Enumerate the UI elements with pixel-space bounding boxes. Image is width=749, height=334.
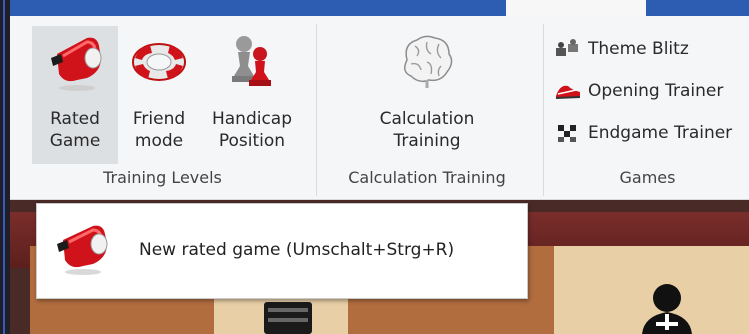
rated-game-dropdown: New rated game (Umschalt+Strg+R): [36, 203, 528, 299]
running-shoe-icon: [554, 80, 582, 102]
new-rated-game-menu-item[interactable]: New rated game (Umschalt+Strg+R): [47, 216, 517, 284]
whistle-icon: [47, 32, 103, 98]
calculation-training-label-line1: Calculation: [379, 109, 475, 129]
window-left-border: [0, 0, 10, 334]
friend-mode-button[interactable]: Friend mode: [124, 26, 194, 164]
theme-blitz-icon: [554, 38, 582, 60]
whistle-icon: [53, 220, 109, 280]
handicap-position-label-line2: Position: [218, 131, 286, 151]
rated-game-label-line1: Rated: [50, 109, 100, 129]
handicap-position-button[interactable]: Handicap Position: [200, 26, 304, 164]
ribbon: Rated Game Friend mode Handicap Position…: [10, 16, 749, 200]
group-separator: [543, 24, 544, 196]
calculation-training-button[interactable]: Calculation Training: [348, 26, 506, 164]
handicap-position-label-line1: Handicap: [211, 109, 293, 129]
new-rated-game-label: New rated game (Umschalt+Strg+R): [139, 240, 455, 260]
group-label-calculation-training: Calculation Training: [348, 168, 506, 187]
endgame-trainer-button[interactable]: Endgame Trainer: [554, 120, 732, 146]
theme-blitz-label: Theme Blitz: [588, 39, 689, 59]
endgame-icon: [554, 122, 582, 144]
group-separator: [316, 24, 317, 196]
rated-game-button[interactable]: Rated Game: [32, 26, 118, 164]
lifebuoy-icon: [130, 32, 188, 98]
brain-icon: [397, 32, 457, 96]
app-window: Rated Game Friend mode Handicap Position…: [0, 0, 749, 334]
black-pawn-icon[interactable]: [632, 280, 702, 334]
group-label-training-levels: Training Levels: [103, 168, 222, 187]
white-piece-icon[interactable]: [258, 296, 318, 334]
group-calculation-training: Calculation Training Calculation Trainin…: [318, 16, 536, 199]
pawns-icon: [224, 32, 280, 100]
friend-mode-label-line2: mode: [134, 131, 184, 151]
opening-trainer-button[interactable]: Opening Trainer: [554, 78, 723, 104]
group-training-levels: Rated Game Friend mode Handicap Position…: [10, 16, 315, 199]
group-label-games: Games: [619, 168, 676, 187]
friend-mode-label-line1: Friend: [132, 109, 186, 129]
opening-trainer-label: Opening Trainer: [588, 81, 724, 101]
rated-game-label-line2: Game: [49, 131, 101, 151]
calculation-training-label-line2: Training: [393, 131, 461, 151]
endgame-trainer-label: Endgame Trainer: [588, 123, 733, 143]
group-games: Theme Blitz Opening Trainer Endgame Trai…: [546, 16, 749, 199]
theme-blitz-button[interactable]: Theme Blitz: [554, 36, 689, 62]
